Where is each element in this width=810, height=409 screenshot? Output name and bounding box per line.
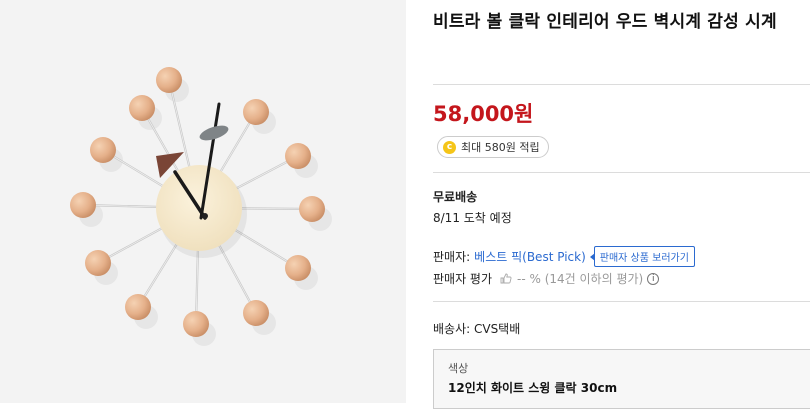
seller-rating-row: 판매자 평가 -- % (14건 이하의 평가) i	[433, 270, 660, 287]
seller-rating-label: 판매자 평가	[433, 272, 493, 286]
clock-ball	[243, 99, 269, 125]
seller-label: 판매자:	[433, 250, 471, 264]
clock-ball	[85, 250, 111, 276]
shipping-arrival: 8/11 도착 예정	[433, 211, 512, 225]
points-label: 최대 580원 적립	[461, 141, 540, 154]
coin-icon: c	[443, 140, 456, 154]
clock-ball	[243, 300, 269, 326]
clock-ball	[90, 137, 116, 163]
clock-ball	[125, 294, 151, 320]
ball-clock-illustration	[0, 0, 406, 403]
seller-link[interactable]: 베스트 픽(Best Pick)	[474, 248, 586, 265]
option-value: 12인치 화이트 스윙 클락 30cm	[448, 381, 618, 395]
divider	[433, 172, 810, 173]
seller-row: 판매자: 베스트 픽(Best Pick) 판매자 상품 보러가기	[433, 246, 695, 267]
product-info-panel: 비트라 볼 클락 인테리어 우드 벽시계 감성 시계 58,000원 c 최대 …	[433, 0, 810, 409]
divider	[433, 84, 810, 85]
divider	[433, 301, 810, 302]
clock-ball	[156, 67, 182, 93]
clock-ball	[70, 192, 96, 218]
shipping-title: 무료배송	[433, 190, 478, 204]
thumbs-up-icon	[500, 273, 512, 284]
clock-ball	[285, 143, 311, 169]
clock-ball	[285, 255, 311, 281]
seller-rating-value: -- % (14건 이하의 평가) i	[500, 270, 660, 287]
clock-ball	[129, 95, 155, 121]
clock-ball	[299, 196, 325, 222]
seller-products-tooltip[interactable]: 판매자 상품 보러가기	[589, 246, 695, 267]
product-price: 58,000원	[433, 102, 534, 126]
option-selector[interactable]: 색상 12인치 화이트 스윙 클락 30cm	[433, 349, 810, 409]
seller-rating-text: -- % (14건 이하의 평가)	[517, 272, 644, 286]
info-icon[interactable]: i	[647, 272, 660, 285]
option-label: 색상	[448, 362, 469, 375]
carrier-info: 배송사: CVS택배	[433, 322, 521, 336]
points-badge: c 최대 580원 적립	[437, 136, 549, 158]
clock-ball	[183, 311, 209, 337]
center-pin	[202, 213, 208, 219]
product-image[interactable]	[0, 0, 406, 403]
product-title: 비트라 볼 클락 인테리어 우드 벽시계 감성 시계	[433, 12, 777, 32]
